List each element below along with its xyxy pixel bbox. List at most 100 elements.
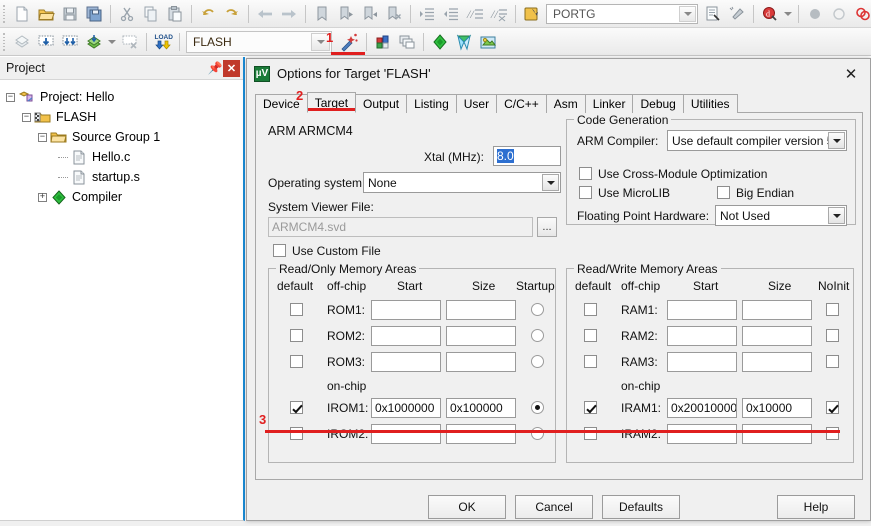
xtal-input[interactable]: 8.0 — [493, 146, 561, 166]
tab-output[interactable]: Output — [355, 94, 408, 113]
iram2-size-input[interactable] — [742, 424, 812, 444]
ram1-noinit-checkbox[interactable] — [826, 303, 839, 316]
copy-icon[interactable] — [139, 2, 163, 26]
navigate-back-icon[interactable] — [253, 2, 277, 26]
batch-build-icon[interactable] — [82, 30, 106, 54]
tree-item-flash[interactable]: − FLASH — [6, 107, 243, 127]
irom2-size-input[interactable] — [446, 424, 516, 444]
rom2-startup-radio[interactable] — [531, 329, 544, 342]
tab-listing[interactable]: Listing — [406, 94, 457, 113]
insert-breakpoint-icon[interactable] — [803, 2, 827, 26]
toolbar-grip[interactable] — [1, 31, 8, 52]
kill-breakpoint-icon[interactable] — [827, 2, 851, 26]
build-target-icon[interactable] — [34, 30, 58, 54]
rom3-default-checkbox[interactable] — [290, 355, 303, 368]
redo-icon[interactable] — [220, 2, 244, 26]
ram1-start-input[interactable] — [667, 300, 737, 320]
multi-project-window-icon[interactable] — [395, 30, 419, 54]
tab-utilities[interactable]: Utilities — [682, 94, 738, 113]
disable-breakpoint-icon[interactable] — [851, 2, 871, 26]
manage-project-items-icon[interactable] — [371, 30, 395, 54]
dialog-title-bar[interactable]: µV Options for Target 'FLASH' ✕ — [247, 59, 870, 88]
chevron-down-icon[interactable] — [542, 174, 559, 191]
use-microlib-checkbox[interactable] — [579, 186, 592, 199]
rom1-startup-radio[interactable] — [531, 303, 544, 316]
save-all-icon[interactable] — [82, 2, 106, 26]
rom2-default-checkbox[interactable] — [290, 329, 303, 342]
translate-file-icon[interactable] — [10, 30, 34, 54]
rom2-size-input[interactable] — [446, 326, 516, 346]
find-combo-caret-icon[interactable] — [679, 5, 696, 22]
rom1-default-checkbox[interactable] — [290, 303, 303, 316]
tree-item-hello-c[interactable]: Hello.c — [6, 147, 243, 167]
iram1-noinit-checkbox[interactable] — [826, 401, 839, 414]
rom3-start-input[interactable] — [371, 352, 441, 372]
rom1-start-input[interactable] — [371, 300, 441, 320]
floating-point-hardware-combo[interactable]: Not Used — [715, 205, 847, 226]
comment-icon[interactable]: // — [463, 2, 487, 26]
use-custom-file-checkbox[interactable] — [273, 244, 286, 257]
help-button[interactable]: Help — [777, 495, 855, 519]
ram1-size-input[interactable] — [742, 300, 812, 320]
expander-icon[interactable]: − — [6, 92, 15, 102]
irom2-startup-radio[interactable] — [531, 427, 544, 440]
tab-debug[interactable]: Debug — [632, 94, 684, 113]
paste-icon[interactable] — [163, 2, 187, 26]
defaults-button[interactable]: Defaults — [602, 495, 680, 519]
irom2-start-input[interactable] — [371, 424, 441, 444]
irom2-default-checkbox[interactable] — [290, 427, 303, 440]
tree-item-source-group[interactable]: − Source Group 1 — [6, 127, 243, 147]
rom1-size-input[interactable] — [446, 300, 516, 320]
irom1-default-checkbox[interactable] — [290, 401, 303, 414]
ram3-default-checkbox[interactable] — [584, 355, 597, 368]
target-selector-combo[interactable]: FLASH — [186, 30, 332, 53]
incremental-find-icon[interactable] — [725, 2, 749, 26]
irom1-start-input[interactable]: 0x1000000 — [371, 398, 441, 418]
ok-button[interactable]: OK — [428, 495, 506, 519]
tab-user[interactable]: User — [455, 94, 498, 113]
options-for-target-toolbar-button[interactable] — [336, 30, 362, 54]
close-panel-icon[interactable]: ✕ — [223, 59, 240, 77]
operating-system-combo[interactable]: None — [363, 172, 561, 193]
tab-linker[interactable]: Linker — [584, 94, 634, 113]
ram2-start-input[interactable] — [667, 326, 737, 346]
arm-compiler-combo[interactable]: Use default compiler version 5 — [667, 130, 847, 151]
use-cross-module-optimization-checkbox[interactable] — [579, 167, 592, 180]
expander-icon[interactable]: − — [22, 112, 31, 122]
iram1-start-input[interactable]: 0x20010000 — [667, 398, 737, 418]
debug-dropdown-caret-icon[interactable] — [782, 2, 794, 26]
irom1-startup-radio[interactable] — [531, 401, 544, 414]
tree-item-compiler[interactable]: + Compiler — [6, 187, 243, 207]
tree-item-startup-s[interactable]: startup.s — [6, 167, 243, 187]
bookmark-prev-icon[interactable] — [334, 2, 358, 26]
undo-icon[interactable] — [196, 2, 220, 26]
new-file-icon[interactable] — [10, 2, 34, 26]
indent-icon[interactable] — [415, 2, 439, 26]
tab-target[interactable]: Target — [306, 92, 357, 113]
bookmark-clear-icon[interactable] — [382, 2, 406, 26]
stop-build-icon[interactable] — [118, 30, 142, 54]
navigate-forward-icon[interactable] — [277, 2, 301, 26]
save-icon[interactable] — [58, 2, 82, 26]
pack-installer-icon[interactable] — [452, 30, 476, 54]
find-in-files-icon[interactable] — [520, 2, 544, 26]
ram3-noinit-checkbox[interactable] — [826, 355, 839, 368]
chevron-down-icon[interactable] — [828, 132, 845, 149]
big-endian-checkbox[interactable] — [717, 186, 730, 199]
open-file-icon[interactable] — [34, 2, 58, 26]
start-debug-session-icon[interactable]: d — [758, 2, 782, 26]
rebuild-all-icon[interactable] — [58, 30, 82, 54]
iram1-size-input[interactable]: 0x10000 — [742, 398, 812, 418]
ram3-start-input[interactable] — [667, 352, 737, 372]
iram1-default-checkbox[interactable] — [584, 401, 597, 414]
iram2-default-checkbox[interactable] — [584, 427, 597, 440]
manage-run-time-environment-icon[interactable] — [476, 30, 500, 54]
find-combo[interactable]: PORTG — [546, 3, 698, 24]
bookmark-toggle-icon[interactable] — [310, 2, 334, 26]
close-dialog-icon[interactable]: ✕ — [834, 60, 868, 87]
rom2-start-input[interactable] — [371, 326, 441, 346]
expander-icon[interactable]: − — [38, 132, 47, 142]
tab-c-cpp[interactable]: C/C++ — [496, 94, 547, 113]
ram1-default-checkbox[interactable] — [584, 303, 597, 316]
expander-icon[interactable]: + — [38, 192, 47, 202]
